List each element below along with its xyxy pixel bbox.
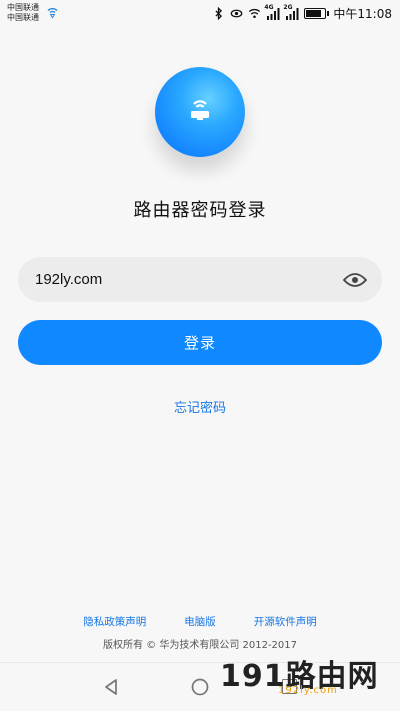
recent-apps-icon[interactable] bbox=[282, 679, 297, 694]
signal-4g-icon: 4G bbox=[264, 4, 280, 20]
android-nav-bar bbox=[0, 662, 400, 711]
forgot-password-link[interactable]: 忘记密码 bbox=[0, 397, 400, 416]
open-source-link[interactable]: 开源软件声明 bbox=[254, 614, 317, 629]
bluetooth-icon bbox=[215, 7, 223, 20]
desktop-version-link[interactable]: 电脑版 bbox=[184, 614, 216, 629]
carrier-line-1: 中国联通 bbox=[7, 3, 39, 12]
network-tag-2: 2G bbox=[283, 3, 293, 11]
back-icon[interactable] bbox=[102, 678, 120, 696]
carrier-info: 中国联通 中国联通 bbox=[7, 3, 39, 23]
router-logo bbox=[155, 67, 245, 157]
carrier-line-2: 中国联通 bbox=[7, 13, 39, 22]
eye-icon[interactable] bbox=[343, 272, 367, 288]
status-icons: 4G 2G 中午11:08 bbox=[212, 4, 392, 22]
network-tag-1: 4G bbox=[264, 3, 274, 11]
footer-links: 隐私政策声明 电脑版 开源软件声明 bbox=[0, 614, 400, 629]
battery-icon bbox=[304, 8, 330, 19]
wifi-icon bbox=[249, 8, 261, 19]
status-bar: 中国联通 中国联通 4G 2G 中午11:08 bbox=[0, 0, 400, 28]
password-input[interactable] bbox=[33, 270, 343, 289]
wifi-calling-icon bbox=[47, 8, 58, 19]
router-logo-circle bbox=[155, 67, 245, 157]
privacy-policy-link[interactable]: 隐私政策声明 bbox=[83, 614, 146, 629]
eye-comfort-icon bbox=[231, 9, 243, 18]
login-button[interactable]: 登录 bbox=[18, 320, 382, 365]
router-login-screen: 中国联通 中国联通 4G 2G 中午11:08 路由器密码登录 192ly.co… bbox=[0, 0, 400, 711]
router-icon bbox=[191, 100, 209, 120]
battery-level bbox=[306, 10, 322, 17]
signal-2g-icon: 2G bbox=[283, 4, 299, 20]
page-title: 路由器密码登录 bbox=[133, 200, 267, 221]
home-icon[interactable] bbox=[191, 678, 209, 696]
status-time: 中午11:08 bbox=[333, 7, 392, 21]
password-field[interactable] bbox=[18, 257, 382, 302]
copyright-text: 版权所有 © 华为技术有限公司 2012-2017 bbox=[102, 640, 298, 651]
